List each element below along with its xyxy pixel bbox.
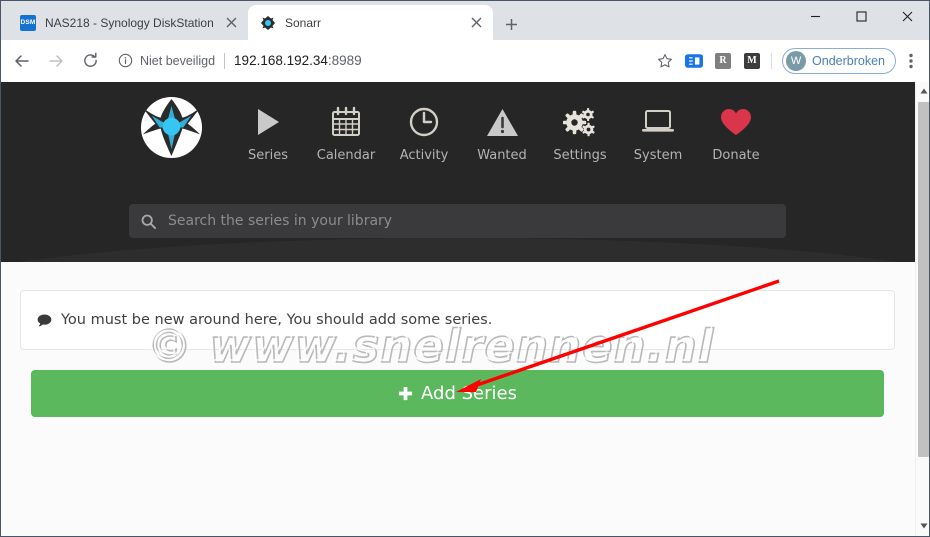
scroll-down-arrow-icon[interactable]: [916, 518, 930, 534]
play-triangle-icon: [251, 102, 285, 142]
speech-bubble-icon: [37, 314, 52, 327]
sidebar-item-activity[interactable]: Activity: [385, 96, 463, 163]
browser-tab-strip: DSM NAS218 - Synology DiskStation Sonarr: [0, 0, 930, 40]
dsm-favicon: DSM: [20, 14, 36, 31]
url-host: 192.168.192.34: [234, 53, 328, 68]
search-icon: [141, 214, 156, 229]
page-viewport: Series Calendar Activity Wanted Settings…: [0, 82, 930, 537]
three-dots-menu-icon[interactable]: [898, 53, 924, 69]
sidebar-item-system-label: System: [633, 148, 683, 163]
star-icon[interactable]: [652, 48, 678, 74]
dsm-favicon-label: DSM: [20, 14, 36, 31]
empty-state-message-panel: You must be new around here, You should …: [20, 290, 895, 350]
sonarr-main-nav: Series Calendar Activity Wanted Settings…: [0, 96, 915, 163]
scroll-up-arrow-icon[interactable]: [916, 83, 930, 99]
avatar: W: [786, 50, 807, 71]
sidebar-item-calendar-label: Calendar: [316, 148, 376, 163]
clock-icon: [408, 102, 440, 142]
browser-tab-1[interactable]: Sonarr: [248, 5, 493, 40]
search-placeholder: Search the series in your library: [168, 213, 393, 229]
new-tab-button[interactable]: [498, 11, 524, 37]
reading-list-extension-icon[interactable]: [681, 48, 707, 74]
browser-tab-0-close-icon[interactable]: [222, 14, 240, 32]
plus-icon: [398, 386, 413, 401]
scroll-thumb[interactable]: [918, 102, 929, 457]
sidebar-item-system[interactable]: System: [619, 96, 697, 163]
sidebar-item-donate[interactable]: Donate: [697, 96, 775, 163]
browser-tab-1-title: Sonarr: [285, 15, 322, 30]
sidebar-item-settings-label: Settings: [553, 148, 607, 163]
sidebar-item-activity-label: Activity: [399, 148, 449, 163]
main-content: You must be new around here, You should …: [0, 262, 915, 537]
calendar-icon: [330, 102, 362, 142]
sidebar-item-donate-label: Donate: [712, 148, 760, 163]
browser-toolbar: Niet beveiligd 192.168.192.34:8989 R M W…: [0, 40, 930, 82]
gears-icon: [563, 102, 597, 142]
omnibox-divider: [224, 52, 226, 69]
laptop-icon: [641, 102, 675, 142]
sonarr-logo[interactable]: [140, 96, 203, 159]
sidebar-item-series[interactable]: Series: [229, 96, 307, 163]
sidebar-item-calendar[interactable]: Calendar: [307, 96, 385, 163]
heart-icon: [719, 102, 753, 142]
add-series-button-label: Add Series: [421, 383, 517, 404]
back-button[interactable]: [8, 47, 36, 75]
browser-tab-0-title: NAS218 - Synology DiskStation: [45, 15, 214, 30]
gmail-extension-label: M: [744, 52, 761, 69]
empty-state-message-text: You must be new around here, You should …: [61, 312, 493, 328]
profile-button[interactable]: W Onderbroken: [782, 47, 896, 74]
search-input[interactable]: Search the series in your library: [129, 204, 786, 238]
address-bar[interactable]: Niet beveiligd 192.168.192.34:8989: [112, 47, 645, 75]
window-maximize-button[interactable]: [838, 0, 884, 32]
toolbar-divider: [771, 52, 773, 69]
r-extension-label: R: [715, 52, 732, 69]
window-controls: [792, 0, 930, 40]
browser-tab-1-close-icon[interactable]: [467, 14, 485, 32]
add-series-button[interactable]: Add Series: [31, 370, 884, 417]
url-port: :8989: [327, 53, 362, 68]
browser-tab-0[interactable]: DSM NAS218 - Synology DiskStation: [8, 5, 248, 40]
sidebar-item-wanted-label: Wanted: [477, 148, 527, 163]
sidebar-item-wanted[interactable]: Wanted: [463, 96, 541, 163]
sidebar-item-settings[interactable]: Settings: [541, 96, 619, 163]
sonarr-header: Series Calendar Activity Wanted Settings…: [0, 82, 915, 262]
profile-status-label: Onderbroken: [812, 53, 885, 68]
sonarr-favicon: [260, 15, 276, 31]
window-close-button[interactable]: [884, 0, 930, 32]
page-scrollbar[interactable]: [915, 82, 930, 537]
header-curve-decoration: [0, 238, 915, 262]
site-info-icon[interactable]: [112, 53, 138, 68]
window-minimize-button[interactable]: [792, 0, 838, 32]
warning-triangle-icon: [486, 102, 519, 142]
sidebar-item-series-label: Series: [248, 148, 288, 163]
gmail-extension-icon[interactable]: M: [739, 48, 765, 74]
r-extension-icon[interactable]: R: [710, 48, 736, 74]
forward-button[interactable]: [42, 47, 70, 75]
reload-button[interactable]: [76, 47, 104, 75]
url-text: 192.168.192.34:8989: [234, 53, 362, 68]
security-status-text: Niet beveiligd: [140, 53, 216, 68]
